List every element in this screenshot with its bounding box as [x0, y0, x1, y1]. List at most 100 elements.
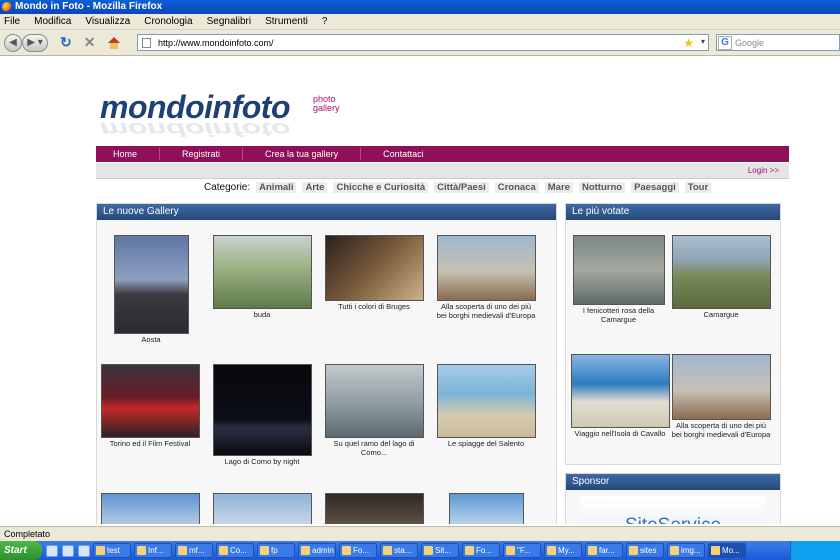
gallery-item[interactable]	[447, 493, 525, 524]
top-voted-caption[interactable]: Camargue	[670, 310, 772, 320]
gallery-thumbnail[interactable]	[324, 493, 424, 524]
menu-segnalibri[interactable]: Segnalibri	[207, 16, 251, 27]
forward-button[interactable]: ▶ ▾	[22, 33, 48, 52]
nav-home[interactable]: Home	[96, 148, 161, 160]
category-notturno[interactable]: Notturno	[578, 181, 626, 193]
gallery-thumbnail[interactable]	[113, 235, 189, 334]
menu-modifica[interactable]: Modifica	[34, 16, 71, 27]
search-placeholder: Google	[735, 37, 765, 48]
nav-registrati[interactable]: Registrati	[160, 148, 244, 160]
category-cronaca[interactable]: Cronaca	[494, 181, 539, 193]
taskbar-item[interactable]: Co...	[216, 543, 254, 558]
taskbar-item[interactable]: sites	[626, 543, 664, 558]
top-voted-thumbnail[interactable]	[572, 235, 665, 305]
category-paesaggi[interactable]: Paesaggi	[631, 181, 679, 193]
top-voted-item[interactable]: Viaggio nell'Isola di Cavallo	[569, 354, 671, 439]
gallery-caption[interactable]: buda	[212, 310, 312, 320]
taskbar-item[interactable]: test	[93, 543, 131, 558]
nav-crea-gallery[interactable]: Crea la tua gallery	[243, 148, 362, 160]
login-link[interactable]: Login >>	[748, 166, 779, 175]
taskbar-item-active[interactable]: Mo...	[708, 543, 746, 558]
google-icon[interactable]: G	[718, 35, 732, 50]
quicklaunch-ie-icon[interactable]	[62, 544, 74, 557]
top-voted-thumbnail[interactable]	[671, 354, 771, 420]
gallery-item[interactable]	[99, 493, 201, 524]
gallery-caption[interactable]: Aosta	[111, 335, 191, 345]
menu-file[interactable]: File	[4, 16, 20, 27]
gallery-thumbnail[interactable]	[100, 364, 200, 438]
reload-icon[interactable]: ↻	[60, 34, 72, 51]
gallery-item[interactable]: Le spiagge del Salento	[435, 364, 537, 449]
gallery-thumbnail[interactable]	[448, 493, 524, 524]
gallery-item[interactable]: Su quel ramo del lago di Como...	[323, 364, 425, 457]
taskbar-item[interactable]: My...	[544, 543, 582, 558]
taskbar-item[interactable]: Sit...	[421, 543, 459, 558]
system-tray[interactable]	[790, 541, 840, 560]
gallery-thumbnail[interactable]	[212, 235, 312, 309]
gallery-thumbnail[interactable]	[324, 235, 424, 301]
gallery-caption[interactable]: Alla scoperta di uno dei più bei borghi …	[435, 302, 537, 320]
taskbar-item[interactable]: mf...	[175, 543, 213, 558]
site-nav: Home Registrati Crea la tua gallery Cont…	[96, 146, 789, 162]
address-bar[interactable]: http://www.mondoinfoto.com/ ★ ▾	[137, 34, 709, 51]
gallery-item[interactable]: Alla scoperta di uno dei più bei borghi …	[435, 235, 537, 320]
category-chicche[interactable]: Chicche e Curiosità	[333, 181, 429, 193]
taskbar-item[interactable]: Fo...	[339, 543, 377, 558]
taskbar-item[interactable]: Inf...	[134, 543, 172, 558]
top-voted-item[interactable]: Alla scoperta di uno dei più bei borghi …	[670, 354, 772, 439]
taskbar-item[interactable]: Fo...	[462, 543, 500, 558]
top-voted-item[interactable]: Camargue	[670, 235, 772, 320]
gallery-caption[interactable]: Torino ed il Film Festival	[99, 439, 201, 449]
taskbar-item[interactable]: far...	[585, 543, 623, 558]
category-arte[interactable]: Arte	[302, 181, 328, 193]
start-button[interactable]: Start	[0, 541, 42, 560]
category-citta[interactable]: Città/Paesi	[434, 181, 489, 193]
top-voted-thumbnail[interactable]	[671, 235, 771, 309]
gallery-item[interactable]: Tutti i colori di Bruges	[323, 235, 425, 312]
category-animali[interactable]: Animali	[256, 181, 297, 193]
top-voted-caption[interactable]: Viaggio nell'Isola di Cavallo	[569, 429, 671, 439]
gallery-caption[interactable]: Su quel ramo del lago di Como...	[323, 439, 425, 457]
gallery-item[interactable]: Aosta	[111, 235, 191, 345]
top-voted-caption[interactable]: I fenicotteri rosa della Camargue	[571, 306, 666, 324]
site-logo[interactable]: mondoinfoto	[100, 89, 290, 126]
gallery-thumbnail[interactable]	[212, 364, 312, 456]
menu-cronologia[interactable]: Cronologia	[144, 16, 192, 27]
gallery-thumbnail[interactable]	[436, 235, 536, 301]
chevron-down-icon[interactable]: ▾	[701, 37, 705, 46]
nav-contattaci[interactable]: Contattaci	[361, 148, 446, 160]
gallery-caption[interactable]: Lago di Como by night	[212, 457, 312, 467]
gallery-item[interactable]	[323, 493, 425, 524]
gallery-thumbnail[interactable]	[324, 364, 424, 438]
gallery-item[interactable]: buda	[212, 235, 312, 320]
taskbar-item[interactable]: img...	[667, 543, 705, 558]
gallery-item[interactable]: Lago di Como by night	[212, 364, 312, 467]
quicklaunch-desktop-icon[interactable]	[46, 544, 58, 557]
top-voted-item[interactable]: I fenicotteri rosa della Camargue	[571, 235, 666, 324]
taskbar-item[interactable]: fp	[257, 543, 295, 558]
category-tour[interactable]: Tour	[684, 181, 712, 193]
menu-strumenti[interactable]: Strumenti	[265, 16, 308, 27]
stop-icon[interactable]: ✕	[84, 34, 96, 51]
quicklaunch-firefox-icon[interactable]	[78, 544, 90, 557]
gallery-thumbnail[interactable]	[100, 493, 200, 524]
sponsor-banner[interactable]: SiteService	[580, 496, 766, 524]
gallery-item[interactable]: Torino ed il Film Festival	[99, 364, 201, 449]
taskbar-item[interactable]: admin	[298, 543, 336, 558]
back-button[interactable]: ◀	[4, 33, 22, 52]
search-box[interactable]: G Google	[716, 34, 840, 51]
menu-help[interactable]: ?	[322, 16, 328, 27]
taskbar-item[interactable]: sta...	[380, 543, 418, 558]
menu-visualizza[interactable]: Visualizza	[85, 16, 130, 27]
gallery-item[interactable]	[212, 493, 312, 524]
category-mare[interactable]: Mare	[544, 181, 573, 193]
top-voted-thumbnail[interactable]	[570, 354, 670, 428]
bookmark-star-icon[interactable]: ★	[683, 36, 694, 50]
taskbar-item[interactable]: "F...	[503, 543, 541, 558]
gallery-caption[interactable]: Tutti i colori di Bruges	[323, 302, 425, 312]
gallery-thumbnail[interactable]	[212, 493, 312, 524]
top-voted-caption[interactable]: Alla scoperta di uno dei più bei borghi …	[670, 421, 772, 439]
gallery-caption[interactable]: Le spiagge del Salento	[435, 439, 537, 449]
gallery-thumbnail[interactable]	[436, 364, 536, 438]
home-icon[interactable]	[107, 36, 121, 49]
